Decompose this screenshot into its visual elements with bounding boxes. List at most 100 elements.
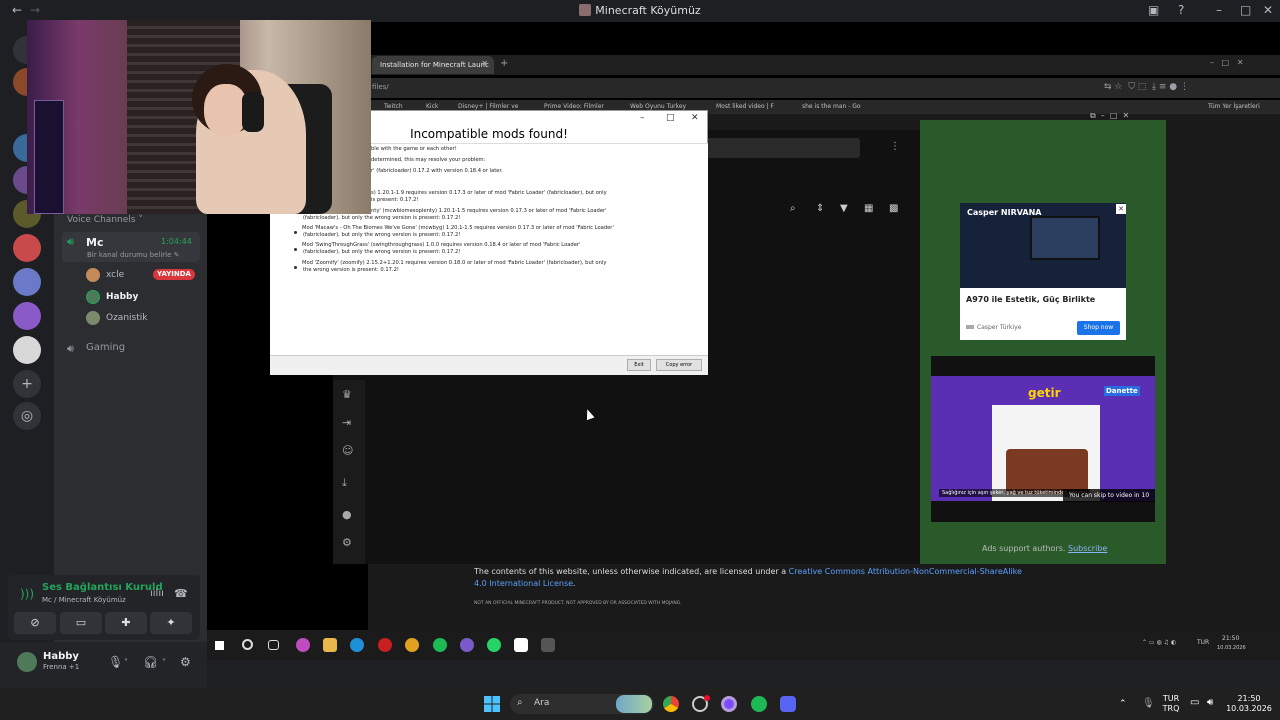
taskbar-search[interactable]: ⌕ Ara [510,694,654,714]
app-icon[interactable] [721,696,737,712]
bookmark[interactable]: Kick [426,103,438,110]
chevron-up-icon[interactable]: ⌃ [1119,699,1127,709]
discord-icon[interactable]: ☺ [342,444,353,457]
search-icon[interactable]: ⌕ [790,203,796,214]
member-name[interactable]: Ozanistik [106,313,147,323]
clock[interactable]: 21:50 10.03.2026 [1224,694,1274,714]
tiles-icon[interactable]: ▩ [889,203,898,214]
chevron-down-icon[interactable]: ˅ [124,658,128,667]
server-icon[interactable] [13,268,41,296]
bookmark[interactable]: Prime Video: Filmler [544,103,604,110]
volume-icon[interactable]: 🔊︎ [1207,697,1213,708]
avatar[interactable] [86,311,100,325]
voice-channels-header[interactable]: Voice Channels ˅ [67,215,143,225]
discord-icon[interactable] [460,638,474,652]
url-text[interactable]: files/ [372,83,389,91]
subscribe-link[interactable]: Subscribe [1068,544,1107,553]
avatar[interactable] [17,652,37,672]
ad-title[interactable]: A970 ile Estetik, Güç Birlikte [966,295,1095,304]
voice-status-subtitle[interactable]: Mc / Minecraft Köyümüz [42,596,126,604]
start-icon[interactable] [215,641,224,650]
browser-tab[interactable]: Installation for Minecraft Launc ✕ [372,56,494,74]
microphone-icon[interactable]: 🎙︎ [108,655,123,669]
server-icon[interactable] [13,234,41,262]
spotify-icon[interactable] [751,696,767,712]
server-icon[interactable] [13,302,41,330]
add-server-icon[interactable]: + [13,370,41,398]
download-icon[interactable]: ⤓ [342,476,347,490]
browser-toolbar-icons[interactable]: ⇆ ☆ ⛉ ⬚ ⤓ ≡ ● ⋮ [1104,82,1189,92]
whatsapp-icon[interactable] [487,638,501,652]
member-name[interactable]: Habby [106,292,138,302]
all-bookmarks[interactable]: Tüm Yer İşaretleri [1208,103,1260,110]
app-icon[interactable] [541,638,555,652]
user-name[interactable]: Habby [43,651,79,662]
chrome-icon[interactable] [405,638,419,652]
search-icon[interactable] [242,639,253,650]
copy-error-button[interactable]: Copy error [656,359,702,371]
minimize-icon[interactable]: – [1216,3,1222,17]
language-indicator[interactable]: TUR [1197,639,1209,646]
filter-icon[interactable]: ▼ [840,203,848,214]
avatar[interactable] [86,268,100,282]
network-icon[interactable]: ▭ [1190,697,1199,708]
server-icon[interactable] [13,336,41,364]
exit-button[interactable]: Exit [627,359,651,371]
close-icon[interactable]: ✕ [691,113,699,123]
capcut-icon[interactable] [514,638,528,652]
copilot-icon[interactable] [296,638,310,652]
signal-icon[interactable]: ))) [20,587,34,601]
channel-status-prompt[interactable]: Bir kanal durumu belirle ✎ [87,251,180,259]
bookmark[interactable]: she is the man - Go [802,103,861,110]
headphones-icon[interactable]: 🎧︎ [143,655,158,669]
maximize-icon[interactable]: □ [1240,3,1251,17]
notification-icon[interactable]: ● [342,508,352,521]
chrome-icon[interactable] [663,696,679,712]
discord-icon[interactable] [780,696,796,712]
inbox-icon[interactable]: ▣ [1148,3,1159,17]
login-icon[interactable]: ⇥ [342,416,351,429]
bookmark[interactable]: Most liked video | F [716,103,774,110]
task-view-icon[interactable] [268,640,279,650]
bookmark[interactable]: Disney+ | Filmler ve [458,103,519,110]
soundboard-icon[interactable]: ıılıı [150,588,164,599]
soundboard-button[interactable]: ✦ [150,612,192,634]
bookmark[interactable]: Web Oyunu Turkey [630,103,686,110]
screen-share-button[interactable]: ▭ [60,612,102,634]
voice-status-title[interactable]: Ses Bağlantısı Kuruld [42,582,163,593]
bookmark[interactable]: Twitch [384,103,403,110]
close-icon[interactable]: ✕ [1263,3,1273,17]
sort-icon[interactable]: ⇕ [816,203,824,214]
gear-icon[interactable]: ⚙ [180,655,191,669]
more-icon[interactable]: ⋮ [890,141,900,152]
ad-close-icon[interactable]: ✕ [1116,204,1126,214]
camera-off-button[interactable]: ⊘ [14,612,56,634]
gear-icon[interactable]: ⚙ [342,536,352,549]
folder-icon[interactable] [323,638,337,652]
voice-channel-gaming[interactable]: Gaming [86,342,125,353]
minimize-icon[interactable]: – [640,113,645,123]
close-icon[interactable]: ✕ [481,59,488,68]
spotify-icon[interactable] [433,638,447,652]
opera-icon[interactable] [378,638,392,652]
maximize-icon[interactable]: □ [666,113,675,123]
microphone-icon[interactable]: 🎙︎ [1142,698,1155,709]
grid-icon[interactable]: ▦ [864,203,873,214]
system-tray-icons[interactable]: ⌃ ▭ ◍ ♫ ◐ [1142,639,1176,646]
avatar[interactable] [86,290,100,304]
crown-icon[interactable]: ♛ [342,388,352,401]
edge-icon[interactable] [350,638,364,652]
skip-ad-button[interactable]: You can skip to video in 10 [1063,489,1155,502]
activities-button[interactable]: ✚ [105,612,147,634]
member-name[interactable]: xcle [106,270,124,280]
discover-icon[interactable]: ◎ [13,402,41,430]
shop-now-button[interactable]: Shop now [1077,321,1120,335]
disconnect-icon[interactable]: ☎ [174,587,188,600]
window-controls-icon[interactable]: – □ ✕ [1210,58,1244,67]
help-icon[interactable]: ? [1178,3,1184,17]
language-indicator[interactable]: TUR TRQ [1160,694,1182,714]
chevron-down-icon[interactable]: ˅ [162,658,166,667]
ad-window-controls[interactable]: ⧉ – □ ✕ [1090,111,1165,123]
new-tab-icon[interactable]: + [500,58,508,69]
windows-start-icon[interactable] [484,696,500,712]
